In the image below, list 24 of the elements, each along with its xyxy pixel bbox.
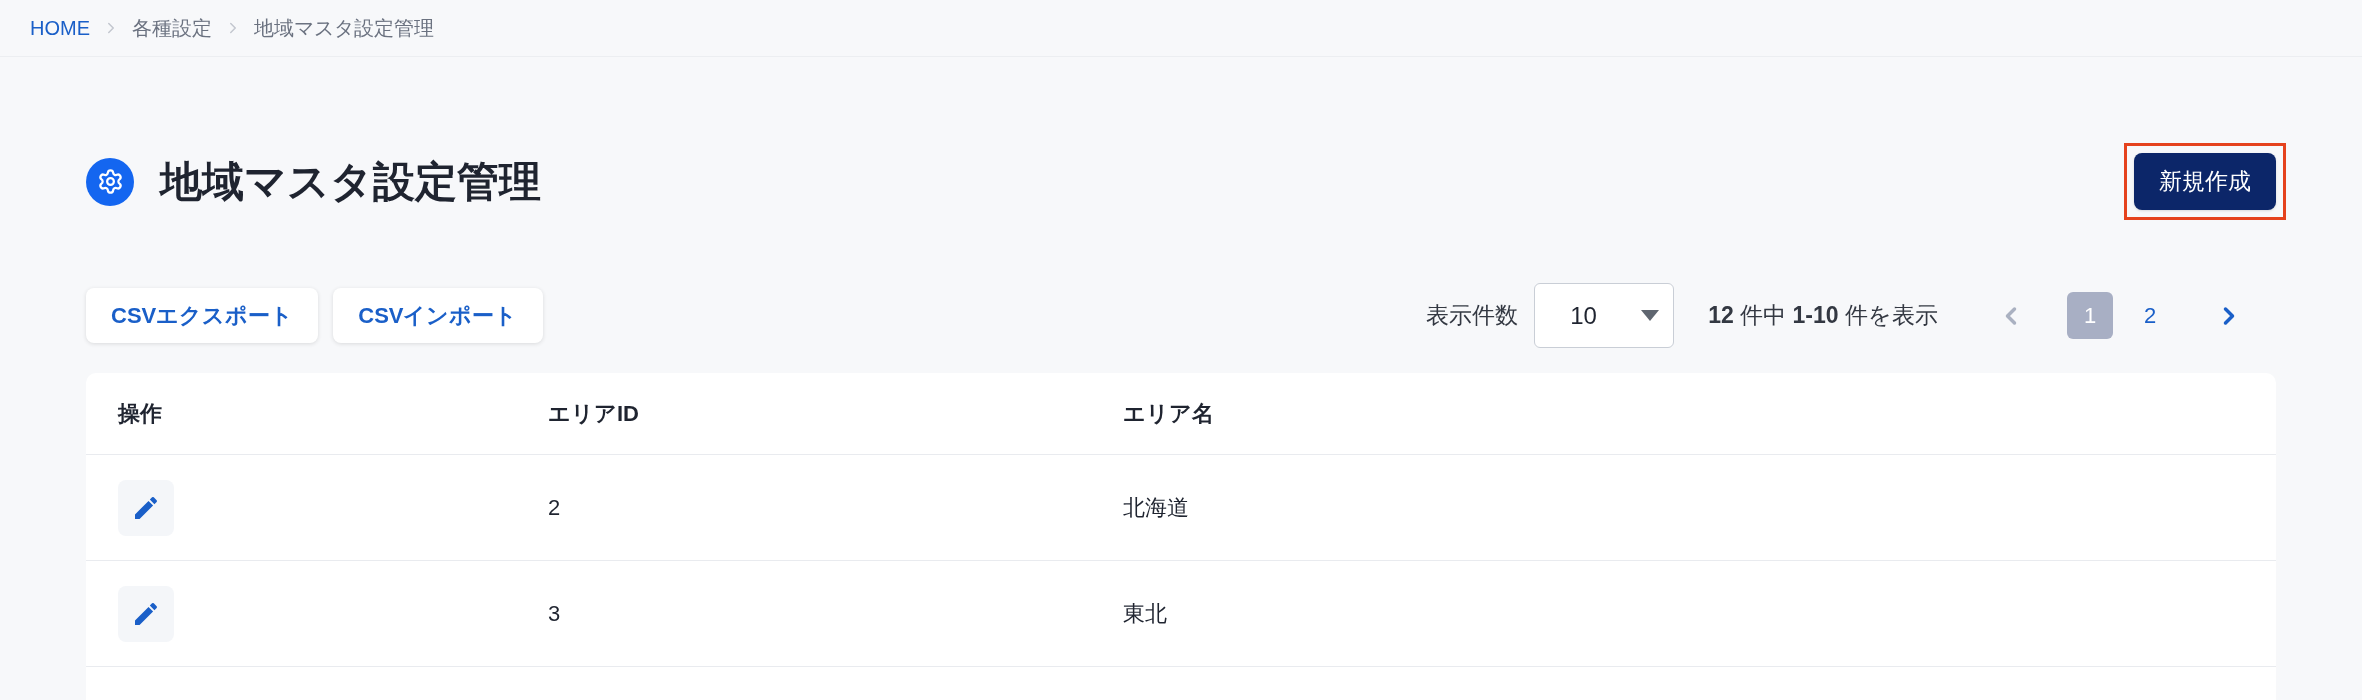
new-button[interactable]: 新規作成 <box>2134 153 2276 210</box>
breadcrumb-item: 地域マスタ設定管理 <box>254 16 434 41</box>
pencil-icon <box>135 602 157 625</box>
edit-button[interactable] <box>118 479 174 536</box>
csv-button[interactable]: CSVインポート <box>333 288 543 343</box>
table-cell: 北海道 <box>1123 495 1189 520</box>
page-size-select[interactable]: 10 <box>1534 283 1675 348</box>
column-header: エリアID <box>548 401 639 426</box>
column-header: 操作 <box>118 401 162 426</box>
breadcrumb-link[interactable]: HOME <box>30 13 90 43</box>
table-cell: 東北 <box>1123 601 1167 626</box>
table-cell: 3 <box>548 601 561 626</box>
pencil-icon <box>135 496 157 519</box>
page-title: 地域マスタ設定管理 <box>160 160 541 203</box>
edit-button[interactable] <box>118 585 174 642</box>
page-size-label: 表示件数 <box>1426 301 1519 331</box>
column-header: エリア名 <box>1123 401 1214 426</box>
page-button[interactable]: 2 <box>2127 292 2173 339</box>
result-summary: 12 件中 1-10 件を表示 <box>1708 301 1938 331</box>
csv-button[interactable]: CSVエクスポート <box>86 288 319 343</box>
caret-icon <box>1641 310 1660 321</box>
table-cell: 2 <box>548 495 561 520</box>
breadcrumb-item: 各種設定 <box>132 16 212 41</box>
gear-icon <box>86 157 134 206</box>
